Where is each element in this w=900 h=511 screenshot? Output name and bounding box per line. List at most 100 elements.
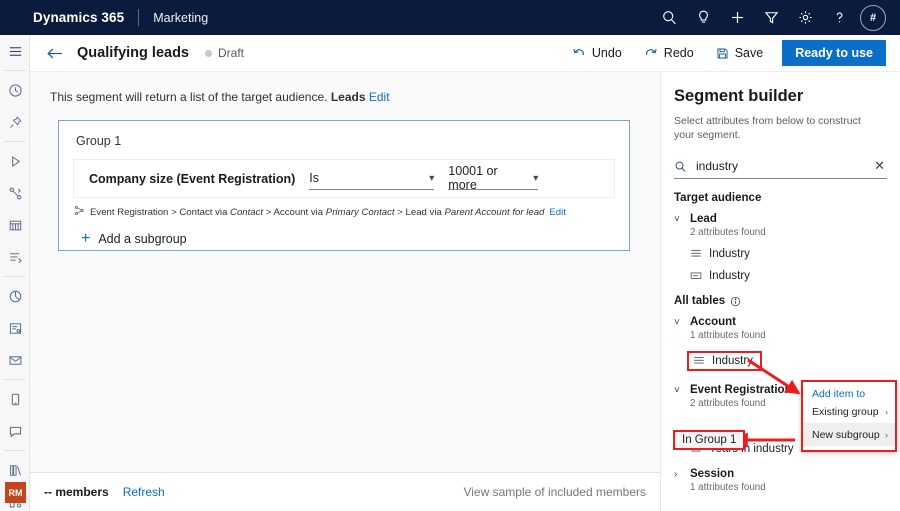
page-title: Qualifying leads	[77, 45, 189, 61]
view-sample-label: View sample of included members	[463, 485, 646, 499]
chevron-down-icon: ▾	[423, 173, 434, 184]
menu-item-label: Existing group	[812, 406, 879, 418]
save-label: Save	[735, 46, 764, 60]
plus-icon[interactable]	[720, 0, 754, 35]
form-icon[interactable]	[0, 312, 30, 344]
email-icon[interactable]	[0, 344, 30, 376]
mobile-icon[interactable]	[0, 383, 30, 415]
command-actions: Undo Redo Save Ready to	[561, 38, 900, 68]
rail-divider	[4, 276, 25, 277]
highlight-box: Industry	[687, 351, 762, 371]
search-icon[interactable]	[652, 0, 686, 35]
rail-user-avatar[interactable]: RM	[5, 482, 26, 503]
attribute-item-account-industry[interactable]: Industry	[687, 351, 900, 371]
close-icon[interactable]: ✕	[874, 158, 885, 174]
save-button[interactable]: Save	[705, 38, 775, 68]
info-icon[interactable]	[730, 296, 741, 307]
table-meta: 1 attributes found	[690, 482, 900, 493]
undo-label: Undo	[592, 46, 622, 60]
add-subgroup-label: Add a subgroup	[98, 232, 186, 246]
attribute-item[interactable]: Industry	[690, 270, 900, 282]
path-seg: >	[397, 207, 403, 218]
search-value: industry	[696, 159, 874, 173]
option-set-icon	[693, 355, 705, 367]
question-icon[interactable]	[822, 0, 856, 35]
undo-button[interactable]: Undo	[561, 38, 633, 68]
segment-description: This segment will return a list of the t…	[30, 72, 660, 104]
target-audience-header: Target audience	[674, 192, 900, 204]
search-input[interactable]: industry ✕	[674, 154, 887, 179]
pin-icon[interactable]	[0, 106, 30, 138]
chevron-down-icon: ˅	[674, 214, 683, 225]
table-name: Lead	[690, 213, 717, 225]
table-meta: 2 attributes found	[690, 227, 900, 238]
condition-operator-dropdown[interactable]: Is ▾	[309, 167, 434, 190]
segment-icon[interactable]	[0, 241, 30, 273]
refresh-link[interactable]: Refresh	[123, 485, 165, 499]
status-badge: Draft	[218, 46, 244, 60]
menu-item-new-subgroup[interactable]: New subgroup ›	[803, 423, 895, 446]
description-audience: Leads	[331, 90, 366, 104]
brand-divider	[138, 9, 139, 26]
attribute-label: Industry	[712, 355, 753, 367]
add-subgroup-button[interactable]: + Add a subgroup	[59, 219, 629, 247]
chevron-down-icon: ˅	[674, 317, 683, 328]
text-field-icon	[690, 270, 702, 282]
left-nav-rail: RM	[0, 35, 30, 511]
user-avatar[interactable]: #	[860, 5, 886, 31]
menu-item-existing-group[interactable]: Existing group ›	[803, 400, 895, 423]
analytics-pie-icon[interactable]	[0, 280, 30, 312]
undo-icon	[572, 46, 586, 60]
table-name: Account	[690, 316, 736, 328]
chevron-right-icon: ›	[885, 407, 888, 417]
tree-node-account[interactable]: ˅ Account	[674, 316, 900, 328]
recent-clock-icon[interactable]	[0, 74, 30, 106]
rail-divider	[4, 141, 25, 142]
panel-title: Segment builder	[661, 72, 900, 106]
group-card: Group 1 Company size (Event Registration…	[58, 120, 630, 251]
product-brand: Dynamics 365	[33, 10, 124, 25]
target-audience-label: Target audience	[674, 192, 761, 204]
chat-icon[interactable]	[0, 415, 30, 447]
condition-row: Company size (Event Registration) Is ▾ 1…	[73, 159, 615, 198]
members-count: -- members	[44, 485, 109, 499]
path-seg: >	[266, 207, 272, 218]
back-arrow-icon[interactable]	[46, 46, 64, 61]
customer-journey-icon[interactable]	[0, 177, 30, 209]
rail-divider	[4, 70, 25, 71]
hamburger-icon[interactable]	[0, 35, 30, 67]
in-group-tooltip: In Group 1	[673, 430, 745, 450]
chevron-right-icon: ›	[674, 469, 683, 480]
attribute-item[interactable]: Industry	[690, 248, 900, 260]
marketing-page-icon[interactable]	[0, 209, 30, 241]
path-seg: Primary Contact	[326, 207, 395, 218]
save-icon	[716, 47, 729, 60]
tree-node-lead[interactable]: ˅ Lead	[674, 213, 900, 225]
path-edit-link[interactable]: Edit	[549, 207, 566, 218]
path-seg: Lead via	[406, 207, 442, 218]
app-root: Dynamics 365 Marketing	[0, 0, 900, 511]
segment-canvas: This segment will return a list of the t…	[30, 72, 660, 472]
relationship-path: Event Registration > Contact via Contact…	[59, 198, 629, 219]
path-seg: >	[171, 207, 177, 218]
filter-icon[interactable]	[754, 0, 788, 35]
play-icon[interactable]	[0, 145, 30, 177]
relationship-path-text: Event Registration > Contact via Contact…	[90, 207, 544, 218]
suite-actions: #	[652, 0, 900, 35]
table-name: Event Registration	[690, 384, 792, 396]
members-bar: -- members Refresh View sample of includ…	[30, 472, 660, 511]
redo-label: Redo	[664, 46, 694, 60]
condition-value-dropdown[interactable]: 10001 or more ▾	[448, 167, 538, 190]
all-tables-label: All tables	[674, 295, 725, 307]
description-edit-link[interactable]: Edit	[369, 90, 390, 104]
tree-node-session[interactable]: › Session	[674, 468, 900, 480]
app-name: Marketing	[153, 11, 208, 25]
plus-icon: +	[81, 231, 90, 247]
lightbulb-icon[interactable]	[686, 0, 720, 35]
group-title: Group 1	[59, 121, 629, 148]
menu-item-label: New subgroup	[812, 429, 880, 441]
condition-operator-value: Is	[309, 171, 319, 185]
gear-icon[interactable]	[788, 0, 822, 35]
ready-to-use-button[interactable]: Ready to use	[782, 40, 886, 66]
redo-button[interactable]: Redo	[633, 38, 705, 68]
